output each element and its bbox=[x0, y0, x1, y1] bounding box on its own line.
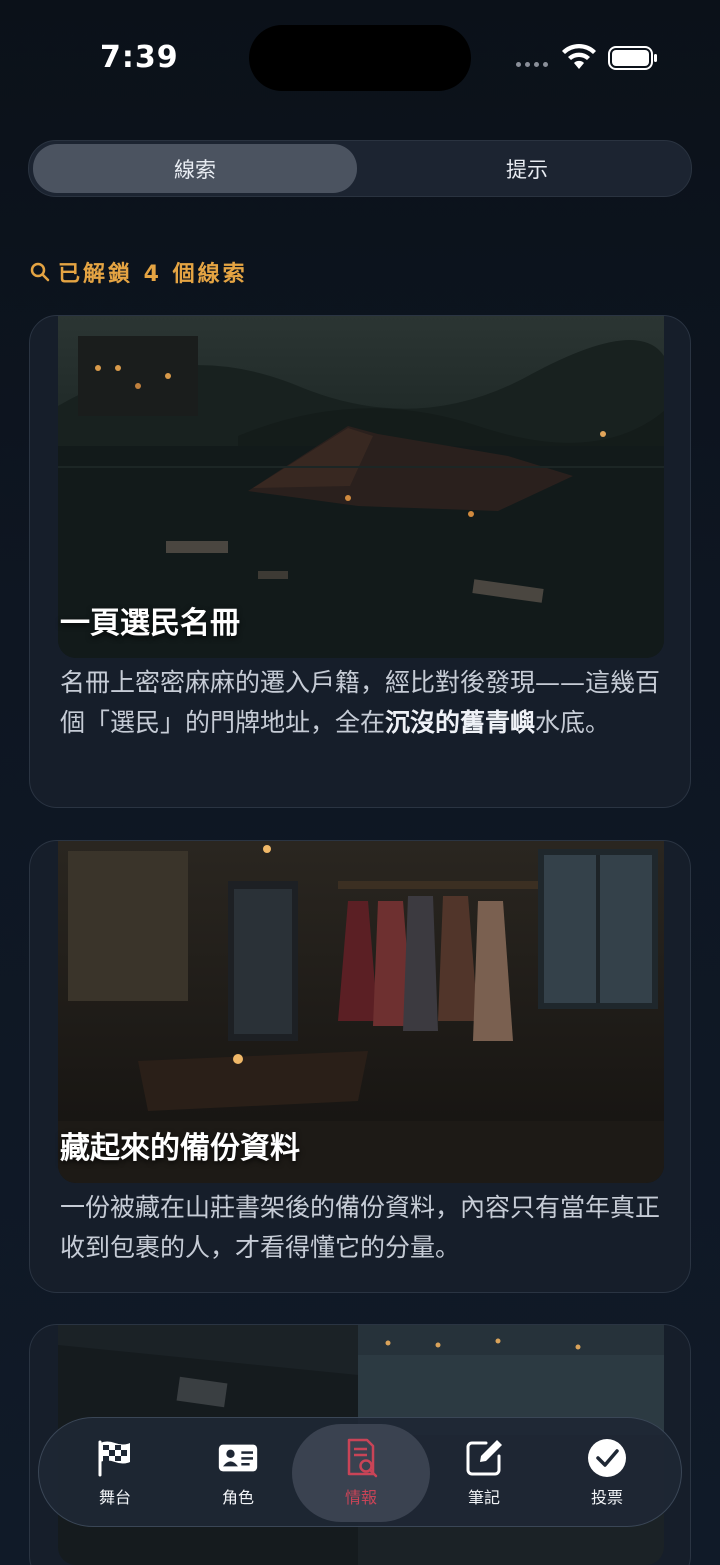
bottom-nav: 舞台 角色 情報 筆記 投票 bbox=[38, 1417, 682, 1527]
tab-hints[interactable]: 提示 bbox=[365, 144, 689, 193]
nav-label: 投票 bbox=[590, 1488, 623, 1507]
nav-item-intel[interactable]: 情報 bbox=[292, 1424, 430, 1522]
clue-card[interactable]: 一頁選民名冊 名冊上密密麻麻的遷入戶籍，經比對後發現——這幾百個「選民」的門牌地… bbox=[29, 315, 691, 808]
checkered-flag-icon bbox=[98, 1440, 130, 1477]
nav-label: 舞台 bbox=[98, 1488, 131, 1507]
clue-description: 一份被藏在山莊書架後的備份資料，內容只有當年真正收到包裹的人，才看得懂它的分量。 bbox=[60, 1193, 661, 1262]
clue-title: 藏起來的備份資料 bbox=[60, 1131, 300, 1166]
nav-item-notes[interactable]: 筆記 bbox=[422, 1418, 546, 1528]
id-card-icon bbox=[218, 1444, 258, 1472]
segmented-control: 線索 提示 bbox=[28, 140, 692, 197]
nav-item-vote[interactable]: 投票 bbox=[545, 1418, 669, 1528]
document-search-icon bbox=[347, 1438, 378, 1478]
wifi-icon bbox=[562, 43, 596, 69]
clue-card[interactable]: 藏起來的備份資料 一份被藏在山莊書架後的備份資料，內容只有當年真正收到包裹的人，… bbox=[29, 840, 691, 1293]
search-icon bbox=[30, 262, 50, 282]
check-circle-icon bbox=[588, 1439, 626, 1477]
unlocked-label: 已解鎖 4 個線索 bbox=[58, 262, 248, 287]
nav-item-stage[interactable]: 舞台 bbox=[53, 1418, 177, 1528]
dynamic-island bbox=[249, 25, 471, 91]
nav-label: 情報 bbox=[344, 1488, 377, 1507]
nav-label: 筆記 bbox=[467, 1488, 500, 1507]
status-time: 7:39 bbox=[100, 40, 179, 75]
clue-description: 名冊上密密麻麻的遷入戶籍，經比對後發現——這幾百個「選民」的門牌地址，全在沉沒的… bbox=[60, 668, 661, 737]
signal-icon bbox=[516, 62, 548, 67]
nav-label: 角色 bbox=[221, 1488, 254, 1507]
tab-clues[interactable]: 線索 bbox=[33, 144, 357, 193]
unlocked-count: 已解鎖 4 個線索 bbox=[30, 256, 248, 288]
status-bar: 7:39 bbox=[0, 0, 720, 120]
edit-note-icon bbox=[466, 1440, 502, 1476]
battery-icon bbox=[608, 46, 657, 70]
nav-item-character[interactable]: 角色 bbox=[176, 1418, 300, 1528]
clue-title: 一頁選民名冊 bbox=[60, 606, 240, 641]
